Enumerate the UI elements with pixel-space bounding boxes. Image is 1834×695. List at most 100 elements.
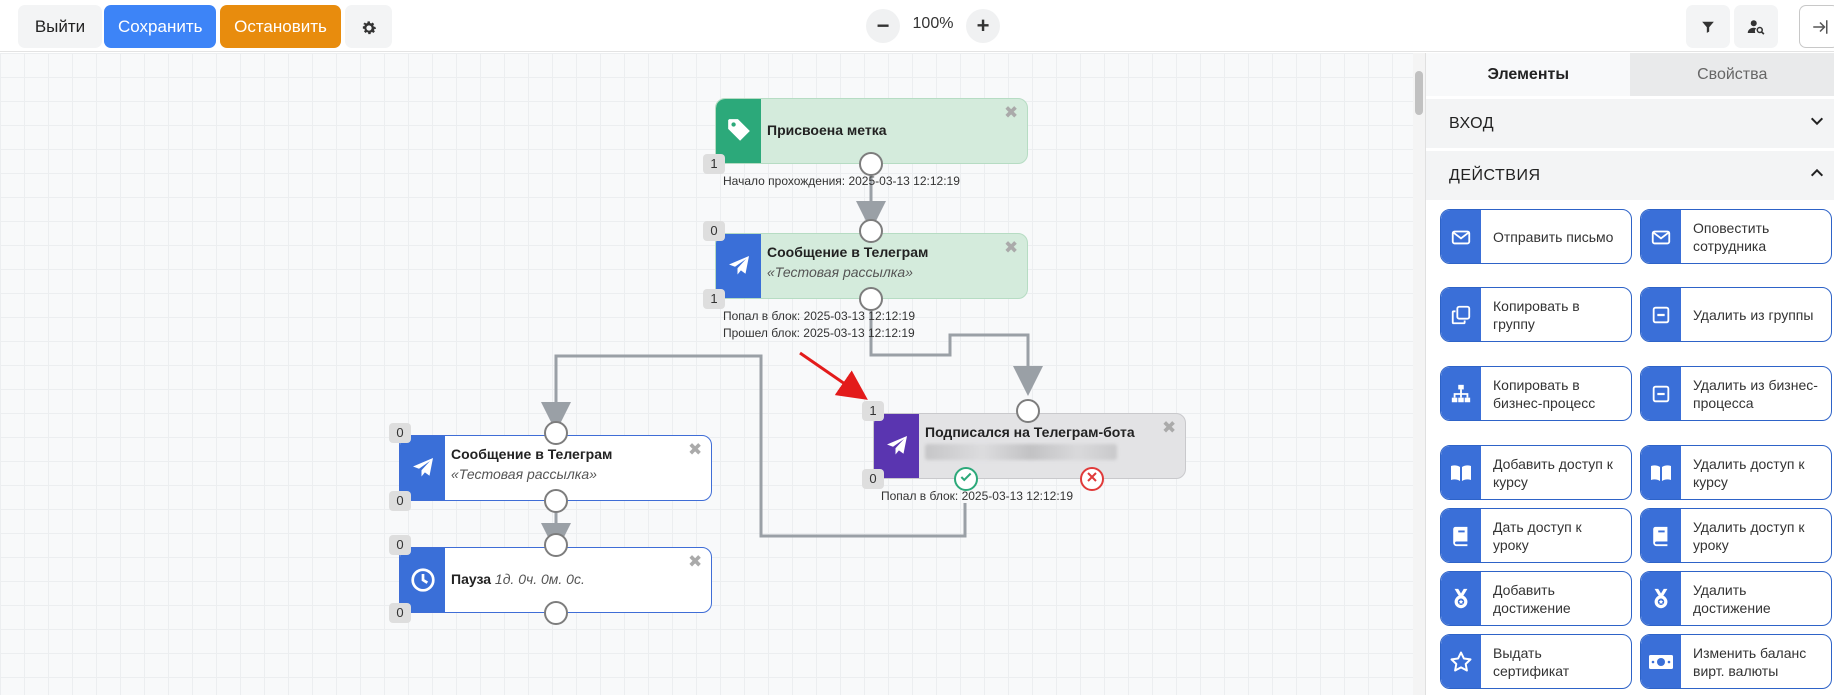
check-icon [959, 470, 973, 489]
node-title: Присвоена метка [767, 122, 887, 138]
output-port[interactable] [544, 489, 568, 513]
node-count: 1 [703, 154, 725, 174]
action-remove-course-access[interactable]: Удалить доступ к курсу [1640, 445, 1832, 500]
collapse-panel-button[interactable] [1799, 5, 1834, 48]
exit-button[interactable]: Выйти [18, 5, 102, 48]
action-label: Изменить баланс вирт. валюты [1693, 644, 1807, 679]
action-give-lesson-access[interactable]: Дать доступ к уроку [1440, 508, 1632, 563]
section-title: ДЕЙСТВИЯ [1449, 166, 1541, 184]
medal-icon [1441, 572, 1481, 625]
stop-button[interactable]: Остановить [220, 5, 341, 48]
section-title: ВХОД [1449, 114, 1495, 132]
node-count-out: 0 [389, 603, 411, 623]
action-copy-to-group[interactable]: Копировать в группу [1440, 287, 1632, 342]
canvas-scrollbar[interactable] [1413, 53, 1425, 695]
action-add-course-access[interactable]: Добавить доступ к курсу [1440, 445, 1632, 500]
node-title: Сообщение в Телеграм [767, 244, 929, 260]
action-change-virtual-balance[interactable]: Изменить баланс вирт. валюты [1640, 634, 1832, 689]
node-info: Начало прохождения: 2025-03-13 12:12:19 [723, 174, 960, 188]
redacted-value [925, 444, 1117, 460]
node-info: Попал в блок: 2025-03-13 12:12:19 [881, 489, 1074, 503]
node-count-out: 0 [389, 491, 411, 511]
zoom-in-button[interactable]: + [966, 9, 1000, 43]
settings-button[interactable] [345, 5, 392, 48]
action-label: Удалить из группы [1693, 306, 1814, 323]
action-issue-certificate[interactable]: Выдать сертификат [1440, 634, 1632, 689]
action-remove-lesson-access[interactable]: Удалить доступ к уроку [1640, 508, 1832, 563]
copy-icon [1441, 288, 1481, 341]
input-port[interactable] [544, 533, 568, 557]
input-port[interactable] [1016, 399, 1040, 423]
zoom-level: 100% [912, 15, 954, 32]
output-port[interactable] [544, 601, 568, 625]
section-entry[interactable]: ВХОД [1426, 96, 1834, 148]
close-icon[interactable]: ✖ [688, 553, 702, 570]
action-label: Копировать в бизнес-процесс [1493, 376, 1596, 411]
minus-box-icon [1641, 288, 1681, 341]
action-send-email[interactable]: Отправить письмо [1440, 209, 1632, 264]
plus-icon: + [976, 13, 990, 38]
node-count-out: 1 [703, 289, 725, 309]
action-label: Удалить доступ к уроку [1693, 518, 1805, 553]
input-port[interactable] [544, 421, 568, 445]
action-label: Отправить письмо [1493, 228, 1614, 245]
close-icon[interactable]: ✖ [688, 441, 702, 458]
gear-icon [360, 17, 378, 36]
action-notify-employee[interactable]: Оповестить сотрудника [1640, 209, 1832, 264]
top-toolbar: Выйти Сохранить Остановить − 100% + [0, 0, 1834, 52]
action-label: Добавить достижение [1493, 581, 1571, 616]
action-label: Дать доступ к уроку [1493, 518, 1582, 553]
user-search-icon [1747, 18, 1765, 35]
user-search-button[interactable] [1734, 5, 1778, 48]
node-count-out: 0 [862, 469, 884, 489]
filter-button[interactable] [1686, 5, 1730, 48]
close-icon[interactable]: ✖ [1004, 239, 1018, 256]
flow-canvas[interactable]: Присвоена метка ✖ 1 Начало прохождения: … [0, 53, 1413, 695]
node-count-in: 0 [389, 423, 411, 443]
chevron-up-icon [1809, 165, 1825, 186]
node-title: Пауза [451, 571, 492, 587]
book-icon [1641, 509, 1681, 562]
tag-icon [716, 99, 761, 163]
node-subtitle: «Тестовая рассылка» [451, 466, 597, 482]
action-remove-achievement[interactable]: Удалить достижение [1640, 571, 1832, 626]
node-count-in: 1 [862, 401, 884, 421]
close-icon[interactable]: ✖ [1162, 419, 1176, 436]
minus-box-icon [1641, 367, 1681, 420]
banknote-icon [1641, 635, 1681, 688]
hierarchy-icon [1441, 367, 1481, 420]
action-label: Копировать в группу [1493, 297, 1580, 332]
action-remove-from-process[interactable]: Удалить из бизнес-процесса [1640, 366, 1832, 421]
x-icon [1086, 470, 1098, 488]
action-label: Удалить достижение [1693, 581, 1771, 616]
save-button[interactable]: Сохранить [104, 5, 216, 48]
chevron-down-icon [1809, 113, 1825, 134]
node-info: Прошел блок: 2025-03-13 12:12:19 [723, 326, 915, 340]
action-remove-from-group[interactable]: Удалить из группы [1640, 287, 1832, 342]
tab-properties[interactable]: Свойства [1630, 53, 1834, 96]
panel-tabs: Элементы Свойства [1426, 53, 1834, 96]
medal-icon [1641, 572, 1681, 625]
action-label: Выдать сертификат [1493, 644, 1570, 679]
star-icon [1441, 635, 1481, 688]
envelope-icon [1441, 210, 1481, 263]
node-subtitle: 1д. 0ч. 0м. 0с. [494, 571, 585, 587]
action-add-achievement[interactable]: Добавить достижение [1440, 571, 1632, 626]
paper-plane-icon [716, 234, 761, 298]
node-count-in: 0 [703, 221, 725, 241]
action-copy-to-process[interactable]: Копировать в бизнес-процесс [1440, 366, 1632, 421]
input-port[interactable] [859, 219, 883, 243]
elements-panel: Элементы Свойства ВХОД ДЕЙСТВИЯ Отправит… [1425, 53, 1834, 695]
close-icon[interactable]: ✖ [1004, 104, 1018, 121]
zoom-out-button[interactable]: − [866, 9, 900, 43]
section-actions[interactable]: ДЕЙСТВИЯ [1426, 148, 1834, 200]
minus-icon: − [876, 13, 890, 38]
no-output-port[interactable] [1080, 467, 1104, 491]
filter-icon [1701, 19, 1715, 34]
action-label: Удалить из бизнес-процесса [1693, 376, 1818, 411]
tab-elements[interactable]: Элементы [1426, 53, 1631, 96]
scrollbar-thumb[interactable] [1415, 71, 1423, 115]
envelope-icon [1641, 210, 1681, 263]
book-open-icon [1641, 446, 1681, 499]
red-annotation-arrow [799, 351, 868, 400]
